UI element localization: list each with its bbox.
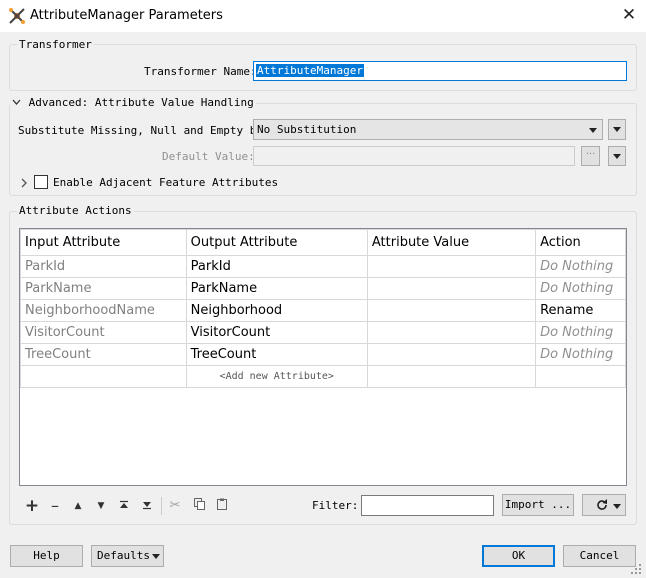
move-to-top-icon[interactable] bbox=[115, 497, 133, 515]
action-cell[interactable]: Do Nothing bbox=[535, 321, 626, 344]
attribute-table: Input Attribute Output Attribute Attribu… bbox=[19, 228, 627, 486]
table-row[interactable]: ParkId ParkId Do Nothing bbox=[20, 255, 626, 278]
close-icon: ✕ bbox=[621, 5, 637, 25]
action-cell[interactable]: Do Nothing bbox=[535, 255, 626, 278]
refresh-menu-button[interactable] bbox=[582, 494, 626, 516]
chevron-down-icon bbox=[589, 128, 597, 133]
substitute-menu-button[interactable] bbox=[608, 119, 626, 140]
advanced-group-title: Advanced: Attribute Value Handling bbox=[28, 96, 254, 109]
action-cell[interactable]: Do Nothing bbox=[535, 343, 626, 366]
chevron-down-icon bbox=[613, 154, 621, 159]
substitute-select[interactable]: No Substitution bbox=[253, 119, 603, 140]
attribute-value-cell[interactable] bbox=[366, 321, 537, 344]
attribute-value-cell[interactable] bbox=[366, 299, 537, 322]
table-row[interactable]: ParkName ParkName Do Nothing bbox=[20, 277, 626, 300]
transformer-group-title: Transformer bbox=[17, 38, 94, 51]
input-attribute-cell[interactable]: ParkName bbox=[20, 277, 187, 300]
adjacent-checkbox[interactable] bbox=[34, 175, 48, 189]
filter-input[interactable] bbox=[361, 495, 494, 516]
add-new-row[interactable]: <Add new Attribute> bbox=[20, 365, 626, 388]
column-header-input[interactable]: Input Attribute bbox=[20, 229, 187, 256]
move-down-icon[interactable]: ▼ bbox=[92, 497, 110, 515]
input-attribute-cell[interactable]: NeighborhoodName bbox=[20, 299, 187, 322]
default-value-menu-button[interactable] bbox=[608, 146, 626, 166]
chevron-down-icon bbox=[613, 504, 621, 509]
output-attribute-cell[interactable]: ParkId bbox=[185, 255, 368, 278]
defaults-label: Defaults bbox=[97, 549, 150, 562]
table-row[interactable]: VisitorCount VisitorCount Do Nothing bbox=[20, 321, 626, 344]
filter-label: Filter: bbox=[312, 499, 359, 512]
move-to-bottom-icon[interactable] bbox=[138, 497, 156, 515]
copy-icon[interactable] bbox=[190, 497, 208, 515]
column-header-output[interactable]: Output Attribute bbox=[185, 229, 368, 256]
ok-button[interactable]: OK bbox=[482, 545, 555, 567]
input-attribute-cell[interactable]: TreeCount bbox=[20, 343, 187, 366]
attribute-actions-title: Attribute Actions bbox=[17, 204, 134, 217]
ellipsis-icon: ··· bbox=[585, 149, 596, 160]
attribute-value-cell[interactable] bbox=[366, 255, 537, 278]
move-up-icon[interactable]: ▲ bbox=[69, 497, 87, 515]
attribute-value-cell[interactable] bbox=[366, 343, 537, 366]
chevron-down-icon bbox=[613, 127, 621, 132]
substitute-label: Substitute Missing, Null and Empty by: bbox=[18, 124, 270, 137]
transformer-name-input[interactable]: AttributeManager bbox=[253, 61, 627, 81]
refresh-icon bbox=[595, 498, 609, 519]
toolbar-divider bbox=[161, 497, 162, 515]
column-header-action[interactable]: Action bbox=[535, 229, 626, 256]
resize-grip-icon[interactable] bbox=[630, 563, 642, 575]
add-new-value-cell[interactable] bbox=[366, 365, 537, 388]
attribute-grid: Input Attribute Output Attribute Attribu… bbox=[20, 229, 626, 388]
action-cell[interactable]: Rename bbox=[535, 299, 626, 322]
fme-transformer-icon bbox=[8, 7, 26, 25]
table-row[interactable]: TreeCount TreeCount Do Nothing bbox=[20, 343, 626, 366]
input-attribute-cell[interactable]: VisitorCount bbox=[20, 321, 187, 344]
paste-icon[interactable] bbox=[213, 497, 231, 515]
default-value-input[interactable] bbox=[253, 146, 575, 166]
advanced-group-header[interactable]: Advanced: Attribute Value Handling bbox=[10, 96, 256, 109]
add-new-input-cell[interactable] bbox=[20, 365, 187, 388]
action-cell[interactable]: Do Nothing bbox=[535, 277, 626, 300]
output-attribute-cell[interactable]: TreeCount bbox=[185, 343, 368, 366]
cut-icon[interactable]: ✂ bbox=[166, 497, 184, 515]
defaults-button[interactable]: Defaults bbox=[91, 545, 164, 567]
close-button[interactable]: ✕ bbox=[616, 4, 642, 28]
table-header-row: Input Attribute Output Attribute Attribu… bbox=[20, 229, 626, 256]
output-attribute-cell[interactable]: Neighborhood bbox=[185, 299, 368, 322]
import-button[interactable]: Import ... bbox=[502, 494, 574, 516]
cancel-button[interactable]: Cancel bbox=[563, 545, 636, 567]
substitute-value: No Substitution bbox=[257, 123, 357, 136]
output-attribute-cell[interactable]: VisitorCount bbox=[185, 321, 368, 344]
remove-row-icon[interactable]: – bbox=[46, 497, 64, 515]
help-button[interactable]: Help bbox=[10, 545, 83, 567]
chevron-down-icon bbox=[12, 96, 22, 109]
column-header-value[interactable]: Attribute Value bbox=[366, 229, 537, 256]
chevron-down-icon bbox=[152, 554, 160, 559]
ellipsis-button[interactable]: ··· bbox=[581, 146, 600, 166]
add-new-action-cell[interactable] bbox=[535, 365, 626, 388]
window-title: AttributeManager Parameters bbox=[30, 8, 223, 23]
add-row-icon[interactable]: + bbox=[23, 497, 41, 515]
default-value-label: Default Value: bbox=[162, 150, 255, 163]
add-new-attribute-cell[interactable]: <Add new Attribute> bbox=[185, 365, 368, 388]
input-attribute-cell[interactable]: ParkId bbox=[20, 255, 187, 278]
output-attribute-cell[interactable]: ParkName bbox=[185, 277, 368, 300]
adjacent-label: Enable Adjacent Feature Attributes bbox=[53, 176, 279, 189]
table-row[interactable]: NeighborhoodName Neighborhood Rename bbox=[20, 299, 626, 322]
transformer-name-value: AttributeManager bbox=[256, 64, 364, 77]
transformer-name-label: Transformer Name: bbox=[144, 65, 257, 78]
chevron-right-icon[interactable] bbox=[21, 177, 28, 191]
attribute-value-cell[interactable] bbox=[366, 277, 537, 300]
